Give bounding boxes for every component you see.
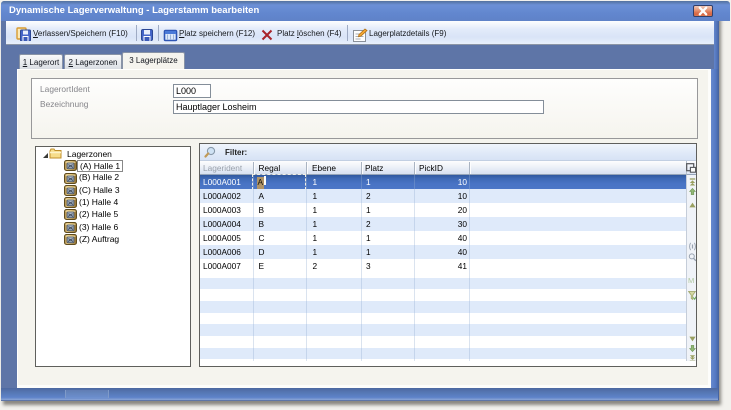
svg-text:M: M (688, 276, 694, 284)
